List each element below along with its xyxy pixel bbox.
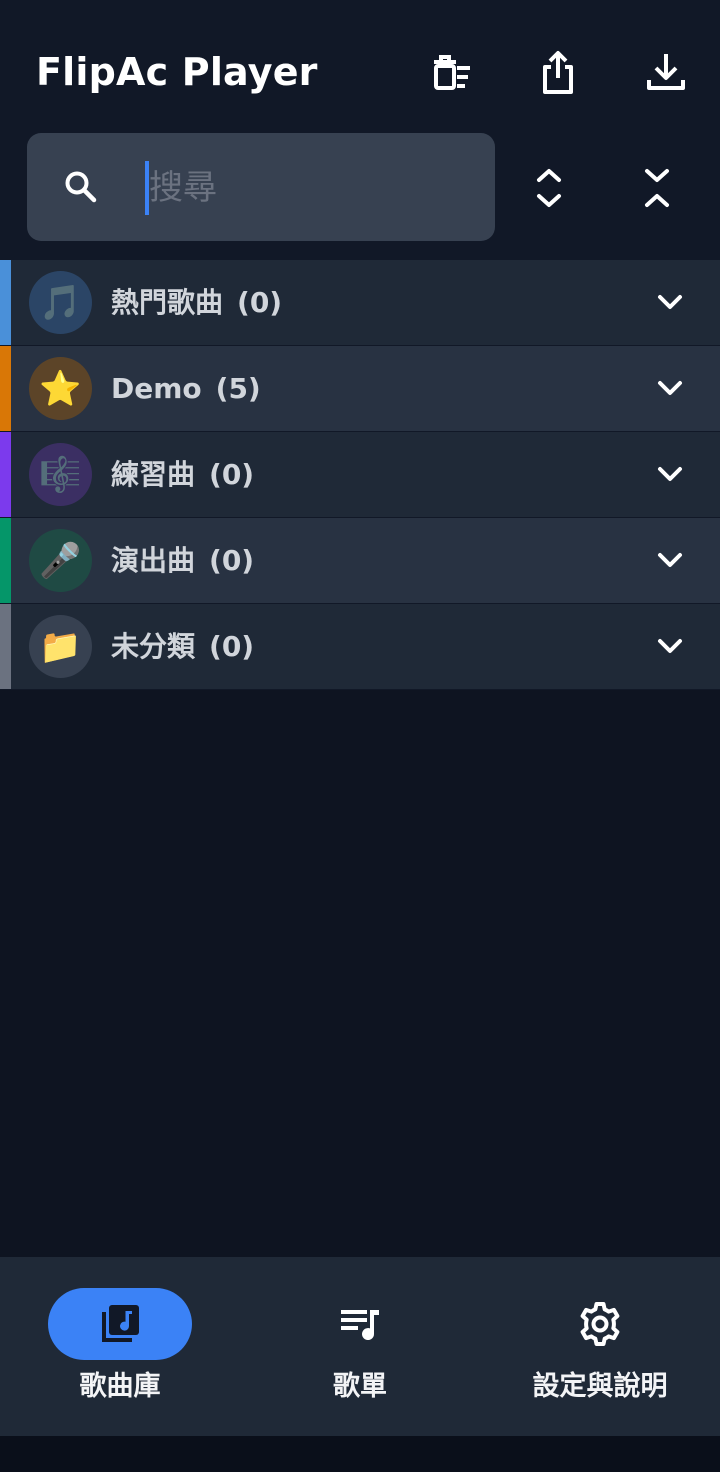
nav-item-playlist[interactable]: 歌單 <box>240 1257 480 1436</box>
music-note-icon: 🎵 <box>29 271 92 334</box>
category-list: 🎵 熱門歌曲 (0) ⭐ Demo (5) 🎼 練習曲 (0) 🎤 演出曲 (0) 📁 … <box>0 260 720 690</box>
category-color-stripe <box>0 604 11 689</box>
bottom-navigation: 歌曲庫 歌單 設定與說明 <box>0 1257 720 1436</box>
category-color-stripe <box>0 518 11 603</box>
category-row-performance[interactable]: 🎤 演出曲 (0) <box>0 518 720 604</box>
nav-item-settings[interactable]: 設定與說明 <box>480 1257 720 1436</box>
category-count: (0) <box>209 544 255 577</box>
category-row-practice[interactable]: 🎼 練習曲 (0) <box>0 432 720 518</box>
top-bar: FlipAc Player <box>0 0 720 260</box>
share-icon <box>543 51 573 94</box>
category-name: 練習曲 <box>111 458 196 491</box>
category-count: (5) <box>215 372 261 405</box>
category-name: 演出曲 <box>111 544 196 577</box>
app-root: FlipAc Player 搜尋 🎵 熱門歌曲 (0) ⭐ Demo (5) 🎼… <box>0 0 720 1472</box>
star-icon: ⭐ <box>29 357 92 420</box>
category-name: 未分類 <box>111 630 196 663</box>
chevron-down-icon[interactable] <box>652 542 688 578</box>
nav-icon-wrap <box>528 1288 672 1360</box>
download-button[interactable] <box>634 40 698 104</box>
search-input[interactable] <box>145 161 469 215</box>
category-color-stripe <box>0 260 11 345</box>
nav-icon-wrap <box>288 1288 432 1360</box>
musical-score-icon: 🎼 <box>29 443 92 506</box>
nav-item-library[interactable]: 歌曲庫 <box>0 1257 240 1436</box>
category-label: 演出曲 (0) <box>111 518 254 603</box>
category-label: 熱門歌曲 (0) <box>111 260 282 345</box>
category-name: Demo <box>111 372 202 405</box>
library-music-icon <box>102 1305 139 1342</box>
nav-label: 歌單 <box>333 1371 387 1402</box>
nav-label: 歌曲庫 <box>79 1371 161 1402</box>
share-button[interactable] <box>526 40 590 104</box>
search-box <box>27 133 495 241</box>
category-color-stripe <box>0 432 11 517</box>
chevron-down-icon[interactable] <box>652 628 688 664</box>
clear-list-icon <box>434 55 470 90</box>
app-title: FlipAc Player <box>36 50 318 94</box>
chevron-down-icon[interactable] <box>652 284 688 320</box>
playlist-music-icon <box>341 1310 379 1341</box>
category-count: (0) <box>209 630 255 663</box>
category-label: 未分類 (0) <box>111 604 254 689</box>
category-label: Demo (5) <box>111 346 261 431</box>
search-icon <box>65 171 97 203</box>
chevron-down-icon[interactable] <box>652 370 688 406</box>
category-row-demo[interactable]: ⭐ Demo (5) <box>0 346 720 432</box>
nav-label: 設定與說明 <box>532 1371 668 1402</box>
category-color-stripe <box>0 346 11 431</box>
download-icon <box>647 54 685 90</box>
category-row-uncategorized[interactable]: 📁 未分類 (0) <box>0 604 720 690</box>
category-count: (0) <box>237 286 283 319</box>
clear-list-button[interactable] <box>418 40 482 104</box>
expand-all-button[interactable] <box>521 160 577 216</box>
nav-active-indicator <box>48 1288 192 1360</box>
microphone-icon: 🎤 <box>29 529 92 592</box>
category-label: 練習曲 (0) <box>111 432 254 517</box>
category-name: 熱門歌曲 <box>111 286 224 319</box>
settings-icon <box>580 1302 620 1346</box>
chevron-down-icon[interactable] <box>652 456 688 492</box>
category-row-hot-songs[interactable]: 🎵 熱門歌曲 (0) <box>0 260 720 346</box>
system-navigation-bar <box>0 1436 720 1472</box>
folder-icon: 📁 <box>29 615 92 678</box>
unfold-less-icon <box>645 169 669 207</box>
category-count: (0) <box>209 458 255 491</box>
unfold-more-icon <box>537 169 561 207</box>
collapse-all-button[interactable] <box>629 160 685 216</box>
